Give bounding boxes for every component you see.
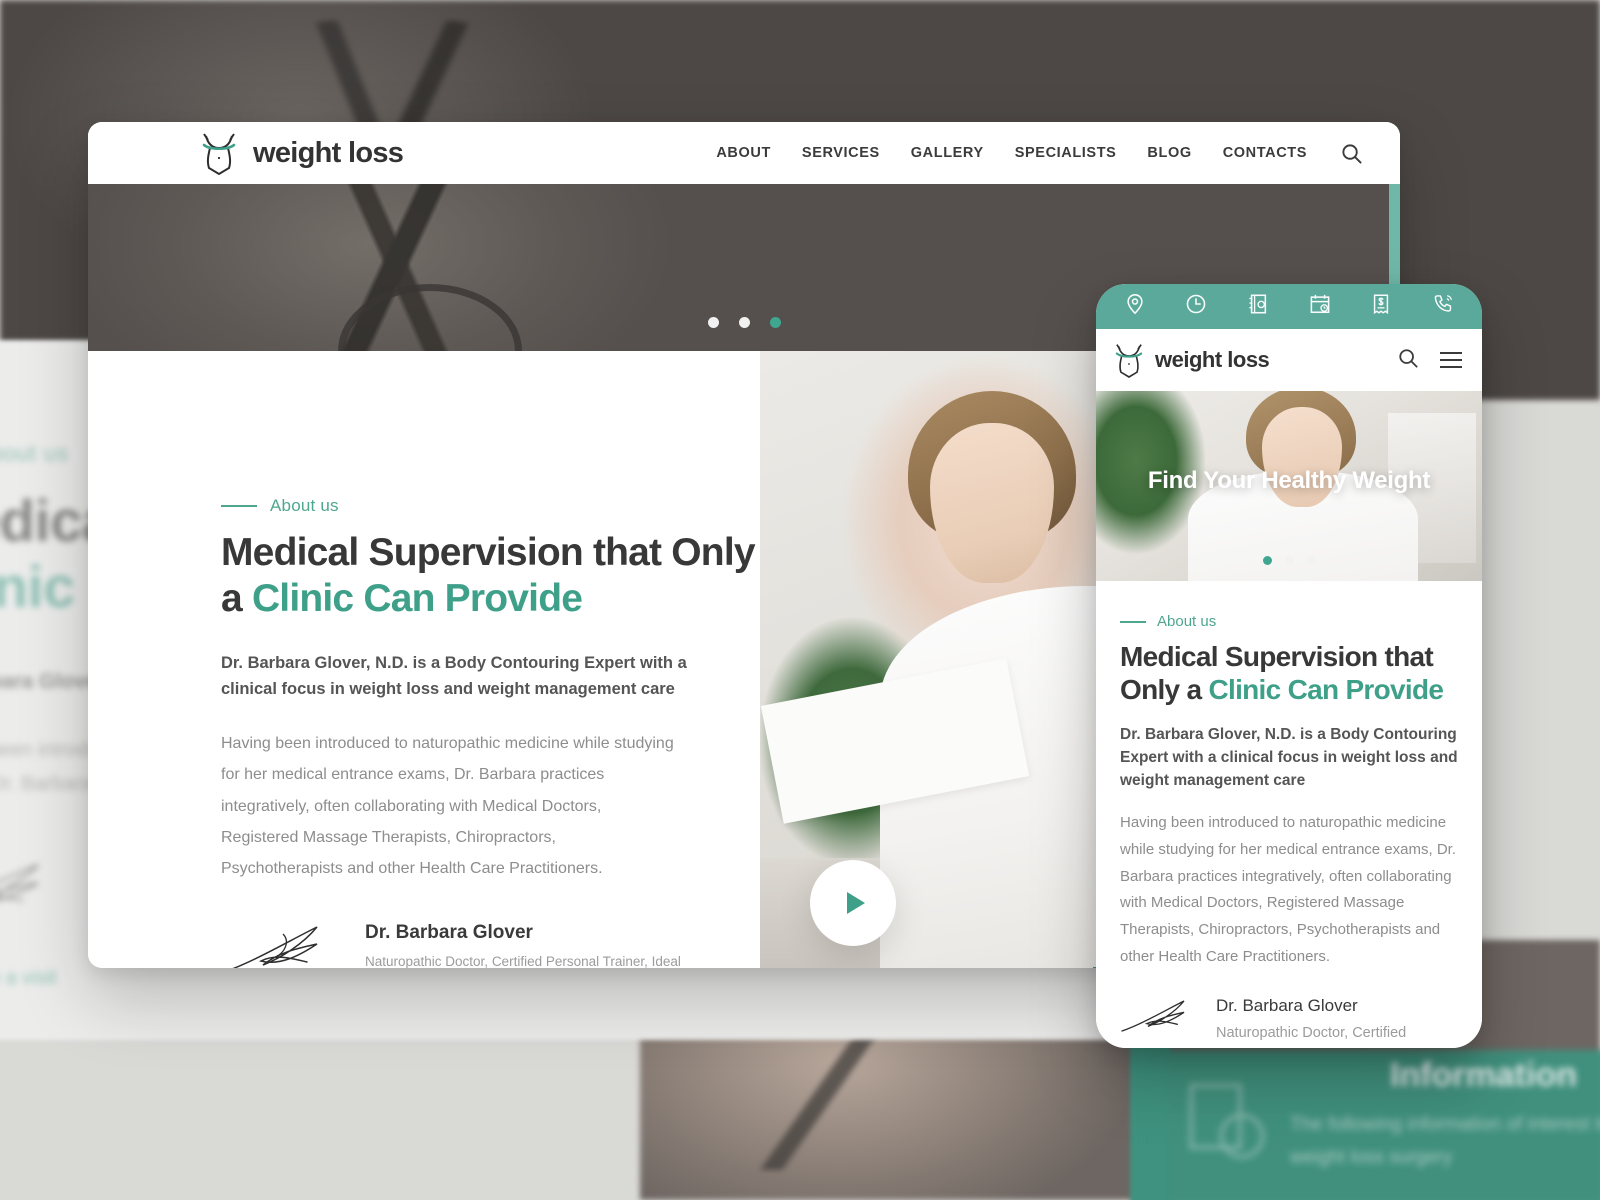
search-icon	[1399, 348, 1418, 368]
mobile-hero-slider: Find Your Healthy Weight	[1096, 391, 1482, 581]
eyebrow-dash-icon	[1120, 620, 1146, 623]
doctor-signature-icon	[1120, 996, 1200, 1043]
burger-line	[1440, 352, 1462, 354]
desktop-lead-paragraph: Dr. Barbara Glover, N.D. is a Body Conto…	[221, 654, 687, 699]
desktop-logo[interactable]: weight loss	[198, 130, 404, 176]
mobile-eyebrow-label: About us	[1157, 613, 1217, 630]
mobile-doctor-info: Dr. Barbara Glover Naturopathic Doctor, …	[1216, 996, 1431, 1048]
desktop-eyebrow: About us	[221, 496, 760, 516]
burger-line	[1440, 366, 1462, 368]
desktop-nav-links: ABOUT SERVICES GALLERY SPECIALISTS BLOG …	[716, 145, 1307, 161]
doctor-signature-icon	[221, 922, 341, 968]
mobile-nav-actions	[1398, 348, 1462, 373]
video-play-button[interactable]	[810, 860, 896, 946]
location-pin-icon[interactable]	[1124, 293, 1146, 320]
mobile-doctor-name: Dr. Barbara Glover	[1216, 996, 1358, 1016]
mobile-slider-dot-3[interactable]	[1306, 556, 1316, 565]
mobile-lead-paragraph: Dr. Barbara Glover, N.D. is a Body Conto…	[1120, 725, 1458, 790]
nav-item-gallery[interactable]: GALLERY	[911, 145, 984, 161]
play-icon	[846, 892, 865, 914]
desktop-title-line1: Medical Supervision that Only	[221, 531, 756, 574]
mobile-doctor-block: Dr. Barbara Glover Naturopathic Doctor, …	[1120, 996, 1458, 1048]
mobile-page-title: Medical Supervision that Only a Clinic C…	[1120, 641, 1458, 707]
mobile-phone-mockup: weight loss Find Your Healthy Weight Abo…	[1096, 284, 1482, 1048]
desktop-page-title: Medical Supervision that Only a Clinic C…	[221, 530, 760, 622]
mobile-title-line1: Medical Supervision that	[1120, 641, 1434, 672]
calendar-clock-icon[interactable]	[1309, 293, 1331, 320]
mobile-slider-dot-1-active[interactable]	[1262, 556, 1272, 565]
slider-dot-1[interactable]	[707, 317, 719, 328]
mobile-logo[interactable]: weight loss	[1112, 341, 1270, 379]
desktop-eyebrow-label: About us	[270, 496, 339, 515]
clock-icon[interactable]	[1185, 293, 1207, 320]
nav-item-specialists[interactable]: SPECIALISTS	[1015, 145, 1117, 161]
mobile-doctor-role: Naturopathic Doctor, Certified Personal …	[1216, 1025, 1407, 1042]
mobile-title-line2-teal: Clinic Can Provide	[1208, 673, 1444, 705]
desktop-doctor-info: Dr. Barbara Glover Naturopathic Doctor, …	[365, 922, 715, 968]
desktop-doctor-block: Dr. Barbara Glover Naturopathic Doctor, …	[221, 922, 760, 968]
notebook-edit-icon[interactable]	[1247, 293, 1269, 320]
desktop-body-paragraph: Having been introduced to naturopathic m…	[221, 735, 674, 877]
nav-item-blog[interactable]: BLOG	[1147, 145, 1191, 161]
desktop-doctor-name: Dr. Barbara Glover	[365, 922, 533, 944]
desktop-title-line2-plain: a	[221, 577, 252, 621]
receipt-dollar-icon[interactable]	[1370, 293, 1392, 320]
background-eyebrow-label: About us	[0, 440, 69, 466]
slider-dot-3-active[interactable]	[769, 317, 781, 328]
slider-dot-2[interactable]	[738, 317, 750, 328]
desktop-navbar: weight loss ABOUT SERVICES GALLERY SPECI…	[88, 122, 1400, 184]
desktop-about-text-column: About us Medical Supervision that Only a…	[88, 351, 760, 968]
mobile-about-section: About us Medical Supervision that Only a…	[1096, 581, 1482, 1048]
burger-line	[1440, 359, 1462, 361]
desktop-search-button[interactable]	[1341, 143, 1362, 164]
mobile-body-paragraph: Having been introduced to naturopathic m…	[1120, 814, 1456, 965]
weight-loss-logo-icon	[1112, 341, 1146, 379]
phone-call-icon[interactable]	[1432, 293, 1454, 320]
mobile-hero-title: Find Your Healthy Weight	[1147, 467, 1431, 494]
weight-loss-logo-icon	[198, 130, 240, 176]
nav-item-about[interactable]: ABOUT	[716, 145, 771, 161]
eyebrow-dash-icon	[221, 505, 257, 507]
signature-icon	[0, 864, 39, 903]
photo-face	[930, 423, 1054, 583]
mobile-title-line2-plain: Only a	[1120, 673, 1209, 705]
nav-item-services[interactable]: SERVICES	[802, 145, 880, 161]
mobile-quick-actions-bar	[1096, 284, 1482, 329]
mobile-navbar: weight loss	[1096, 329, 1482, 391]
background-teal-card: Information The following information of…	[1140, 1050, 1600, 1200]
background-cta: schedule a visit	[0, 967, 57, 990]
patient-document-icon	[1189, 1083, 1265, 1159]
mobile-eyebrow: About us	[1120, 613, 1458, 630]
desktop-logo-text: weight loss	[253, 136, 404, 169]
desktop-title-line2-teal: Clinic Can Provide	[251, 577, 583, 621]
hamburger-menu-icon[interactable]	[1440, 352, 1462, 368]
desktop-doctor-role: Naturopathic Doctor, Certified Personal …	[365, 954, 681, 968]
search-icon	[1342, 143, 1362, 164]
mobile-slider-dots	[1096, 556, 1482, 565]
background-heading-line2: Clinic	[0, 554, 75, 620]
background-teal-card-title: Information	[1390, 1056, 1577, 1094]
mobile-logo-text: weight loss	[1155, 347, 1270, 372]
nav-item-contacts[interactable]: CONTACTS	[1223, 145, 1307, 161]
mobile-search-button[interactable]	[1398, 348, 1418, 373]
mobile-slider-dot-2[interactable]	[1284, 556, 1294, 565]
background-teal-card-body: The following information of interest to…	[1290, 1114, 1600, 1169]
